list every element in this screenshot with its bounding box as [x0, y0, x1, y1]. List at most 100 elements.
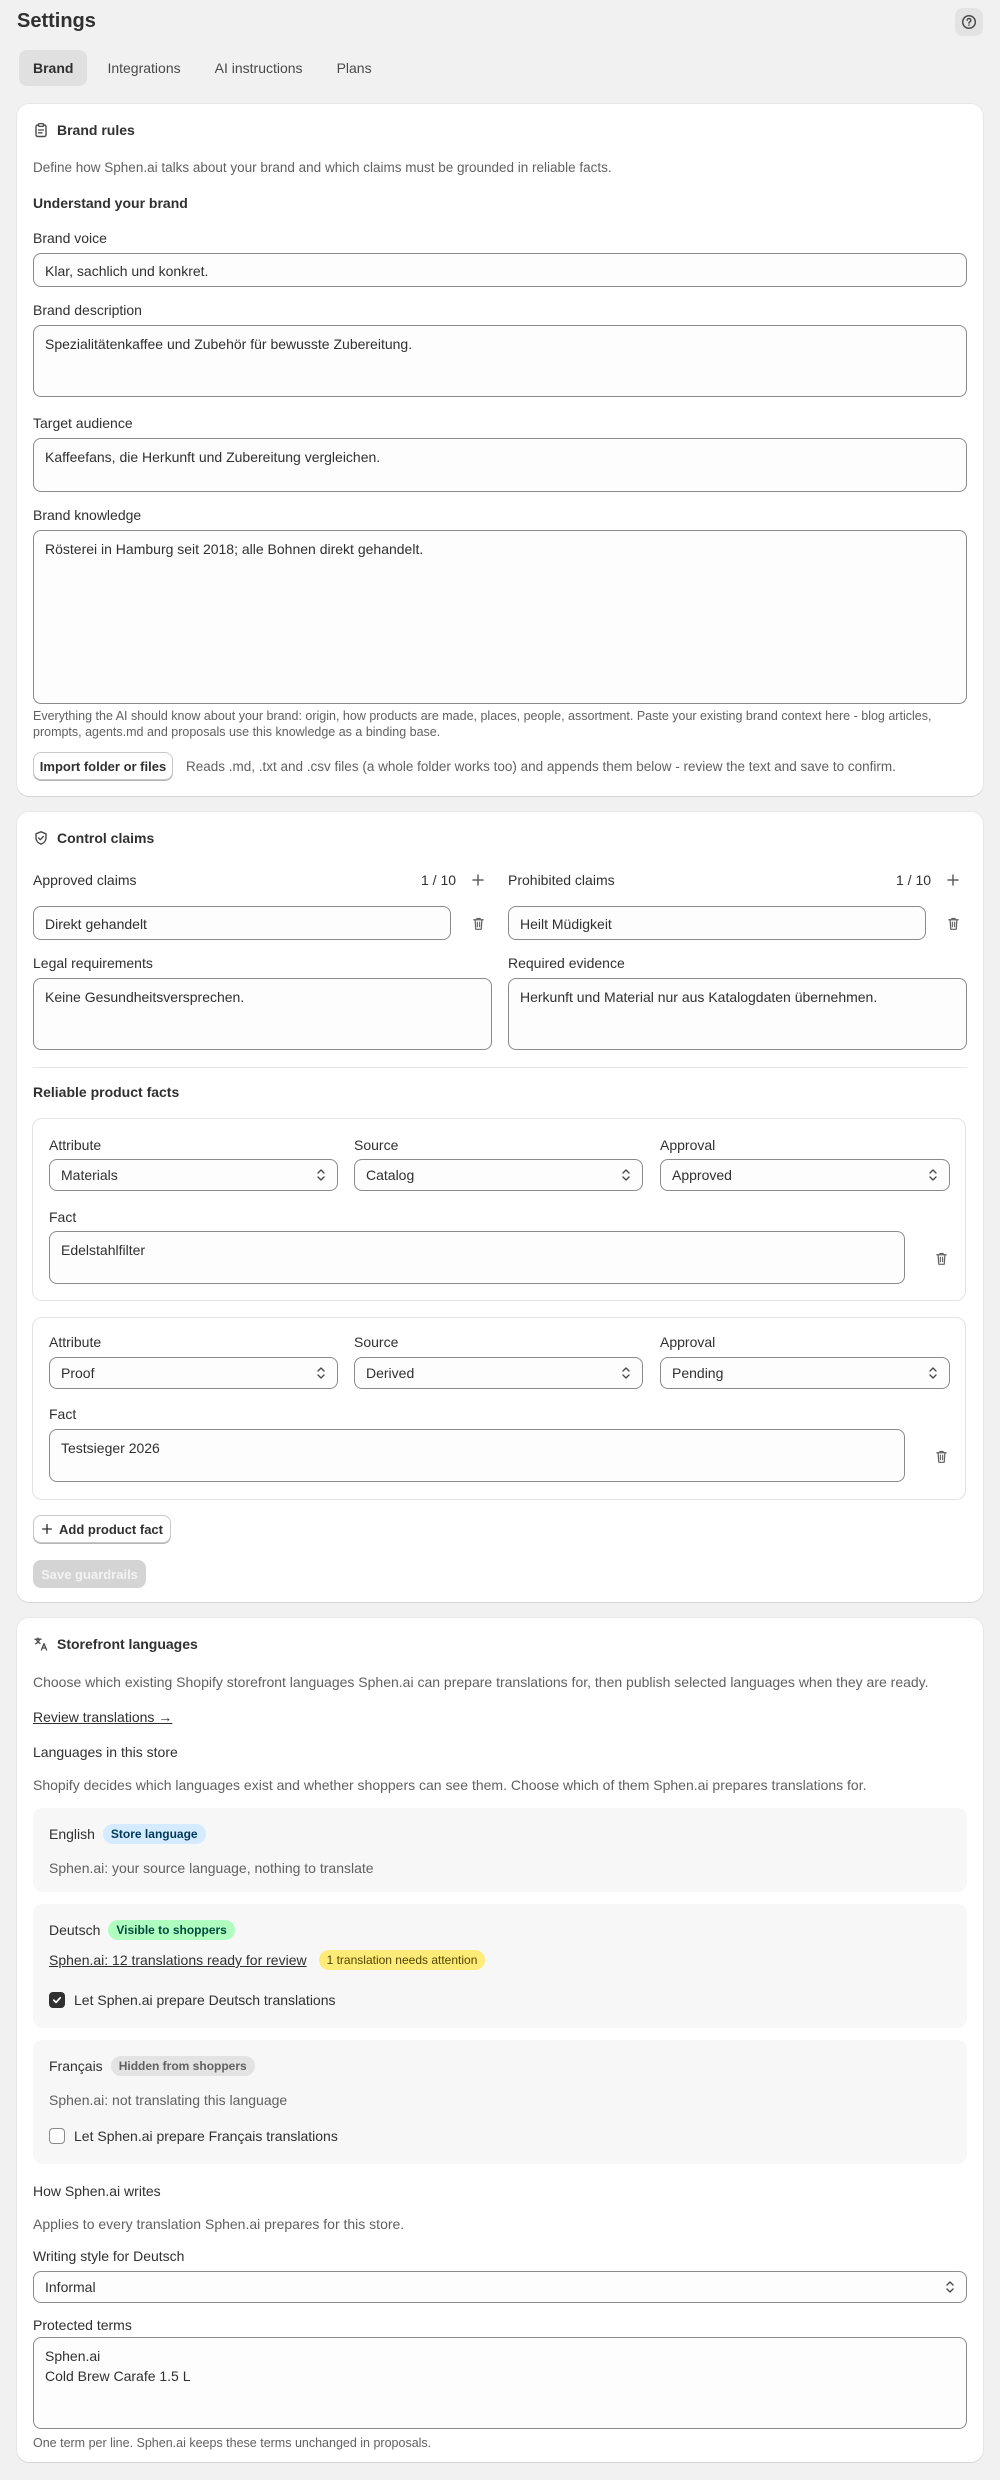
target-audience-label: Target audience	[33, 415, 133, 431]
save-guardrails-label: Save guardrails	[41, 1566, 138, 1582]
save-guardrails-button[interactable]: Save guardrails	[33, 1560, 146, 1588]
brand-voice-label: Brand voice	[33, 230, 107, 246]
storefront-languages-header: Storefront languages	[33, 1636, 198, 1652]
plus-icon	[472, 874, 484, 886]
tab-ai-instructions[interactable]: AI instructions	[201, 50, 317, 86]
brand-knowledge-input[interactable]: Rösterei in Hamburg seit 2018; alle Bohn…	[33, 530, 967, 704]
add-approved-claim-button[interactable]	[468, 870, 488, 890]
approval-select-value: Approved	[672, 1167, 732, 1183]
checkmark-icon	[52, 1996, 62, 2004]
brand-knowledge-help-1: Everything the AI should know about your…	[33, 709, 932, 723]
prohibited-claims-count: 1 / 10	[896, 872, 932, 888]
approval-select[interactable]: Approved	[660, 1159, 950, 1191]
brand-description-label: Brand description	[33, 302, 142, 318]
how-sphen-writes-help: Applies to every translation Sphen.ai pr…	[33, 2216, 405, 2232]
target-audience-input[interactable]: Kaffeefans, die Herkunft und Zubereitung…	[33, 438, 967, 492]
fact-input[interactable]: Edelstahlfilter	[49, 1231, 905, 1284]
shield-check-icon	[35, 831, 47, 845]
protected-term-line: Sphen.ai	[45, 2348, 101, 2364]
required-evidence-label: Required evidence	[508, 955, 625, 971]
fact-input[interactable]: Testsieger 2026	[49, 1429, 905, 1482]
control-claims-title: Control claims	[57, 830, 155, 846]
approved-claims-count: 1 / 10	[421, 872, 457, 888]
add-product-fact-button[interactable]: Add product fact	[33, 1515, 171, 1543]
hidden-from-shoppers-badge: Hidden from shoppers	[110, 2056, 255, 2076]
writing-style-select[interactable]: Informal	[33, 2271, 967, 2303]
prohibited-claims-label: Prohibited claims	[508, 872, 615, 888]
protected-terms-label: Protected terms	[33, 2317, 132, 2333]
select-chevron-icon	[622, 1367, 630, 1379]
control-claims-card: Control claims Approved claims 1 / 10 Di…	[17, 812, 983, 1602]
writing-style-value: Informal	[45, 2279, 96, 2295]
delete-fact-button[interactable]	[931, 1248, 951, 1268]
storefront-languages-title: Storefront languages	[57, 1636, 198, 1652]
attribute-select[interactable]: Proof	[49, 1357, 338, 1389]
trash-icon	[935, 1450, 947, 1463]
tab-integrations[interactable]: Integrations	[93, 50, 194, 86]
source-select[interactable]: Derived	[354, 1357, 643, 1389]
source-select-value: Catalog	[366, 1167, 415, 1183]
select-chevron-icon	[946, 2281, 954, 2293]
delete-fact-button[interactable]	[931, 1446, 951, 1466]
approved-claim-input[interactable]: Direkt gehandelt	[33, 906, 451, 940]
product-facts-heading: Reliable product facts	[33, 1084, 180, 1100]
add-prohibited-claim-button[interactable]	[943, 870, 963, 890]
tab-plans[interactable]: Plans	[323, 50, 386, 86]
protected-term-line: Cold Brew Carafe 1.5 L	[45, 2367, 191, 2384]
plus-icon	[42, 1524, 52, 1534]
attribute-label: Attribute	[49, 1137, 102, 1153]
source-select[interactable]: Catalog	[354, 1159, 643, 1191]
language-francais-row: Français Hidden from shoppers Sphen.ai: …	[33, 2040, 967, 2164]
delete-prohibited-claim-button[interactable]	[943, 913, 963, 933]
francais-checkbox-label[interactable]: Let Sphen.ai prepare Français translatio…	[74, 2128, 338, 2144]
settings-tabs: Brand Integrations AI instructions Plans	[19, 50, 386, 86]
understand-brand-heading: Understand your brand	[33, 195, 188, 211]
tab-brand[interactable]: Brand	[19, 50, 88, 86]
plus-icon	[947, 874, 959, 886]
brand-rules-title: Brand rules	[57, 122, 135, 138]
select-chevron-icon	[317, 1169, 325, 1181]
select-chevron-icon	[929, 1367, 937, 1379]
deutsch-checkbox-label[interactable]: Let Sphen.ai prepare Deutsch translation…	[74, 1992, 336, 2008]
prohibited-claim-input[interactable]: Heilt Müdigkeit	[508, 906, 926, 940]
clipboard-icon	[35, 122, 47, 138]
legal-requirements-input[interactable]: Keine Gesundheitsversprechen.	[33, 978, 492, 1050]
protected-terms-help: One term per line. Sphen.ai keeps these …	[33, 2436, 432, 2450]
approval-label: Approval	[660, 1334, 716, 1350]
import-files-button[interactable]: Import folder or files	[33, 752, 173, 780]
attribute-select-value: Materials	[61, 1167, 118, 1183]
brand-knowledge-label: Brand knowledge	[33, 507, 142, 523]
brand-knowledge-help-2: prompts, agents.md and proposals use thi…	[33, 725, 441, 739]
brand-voice-input[interactable]: Klar, sachlich und konkret.	[33, 253, 967, 287]
legal-requirements-label: Legal requirements	[33, 955, 153, 971]
language-english-status: Sphen.ai: your source language, nothing …	[49, 1860, 374, 1876]
brand-rules-card: Brand rules Define how Sphen.ai talks ab…	[17, 104, 983, 796]
approval-select[interactable]: Pending	[660, 1357, 950, 1389]
fact-label: Fact	[49, 1406, 77, 1422]
source-label: Source	[354, 1334, 399, 1350]
brand-rules-intro: Define how Sphen.ai talks about your bra…	[33, 160, 612, 175]
review-translations-link[interactable]: Review translations →	[33, 1709, 172, 1725]
francais-translations-checkbox[interactable]	[49, 2128, 65, 2144]
brand-description-input[interactable]: Spezialitätenkaffee und Zubehör für bewu…	[33, 325, 967, 397]
writing-style-label: Writing style for Deutsch	[33, 2248, 185, 2264]
translations-ready-link[interactable]: Sphen.ai: 12 translations ready for revi…	[49, 1952, 307, 1968]
import-help-text: Reads .md, .txt and .csv files (a whole …	[186, 759, 896, 774]
language-francais-name: Français	[49, 2058, 103, 2074]
deutsch-translations-checkbox[interactable]	[49, 1992, 65, 2008]
attention-badge: 1 translation needs attention	[318, 1950, 486, 1970]
control-claims-header: Control claims	[33, 830, 154, 846]
visible-to-shoppers-badge: Visible to shoppers	[108, 1920, 235, 1940]
required-evidence-input[interactable]: Herkunft und Material nur aus Katalogdat…	[508, 978, 967, 1050]
approval-select-value: Pending	[672, 1365, 724, 1381]
trash-icon	[935, 1252, 947, 1265]
fact-label: Fact	[49, 1209, 77, 1225]
attribute-select[interactable]: Materials	[49, 1159, 338, 1191]
delete-approved-claim-button[interactable]	[468, 913, 488, 933]
language-english-title-row: English Store language	[49, 1824, 206, 1844]
language-francais-title-row: Français Hidden from shoppers	[49, 2056, 255, 2076]
help-button[interactable]	[955, 8, 983, 36]
languages-in-store-heading: Languages in this store	[33, 1744, 178, 1760]
select-chevron-icon	[929, 1169, 937, 1181]
protected-terms-input[interactable]: Sphen.ai Cold Brew Carafe 1.5 L	[33, 2337, 967, 2429]
